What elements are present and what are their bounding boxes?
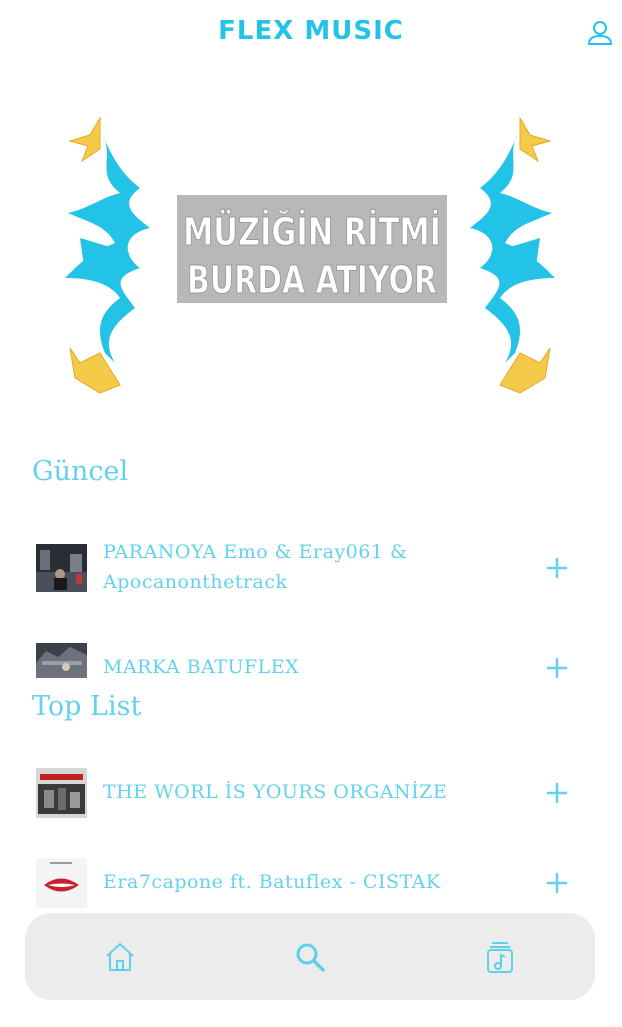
add-to-playlist-button[interactable]	[545, 781, 569, 805]
nav-home-button[interactable]	[102, 939, 138, 975]
album-cover	[36, 858, 87, 908]
bottom-navigation	[25, 913, 595, 1000]
plus-icon	[546, 657, 568, 679]
hero-banner: MÜZİĞİN RİTMİ BURDA ATIYOR	[60, 113, 560, 398]
user-icon	[587, 21, 613, 45]
section-title-current: Güncel	[32, 456, 129, 487]
album-cover	[36, 544, 87, 592]
track-row[interactable]: PARANOYA Emo & Eray061 & Apocanonthetrac…	[36, 535, 576, 601]
nav-library-button[interactable]	[482, 939, 518, 975]
track-row[interactable]: THE WORL İS YOURS ORGANİZE	[36, 768, 576, 818]
hero-line-2: BURDA ATIYOR	[187, 258, 437, 302]
add-to-playlist-button[interactable]	[545, 556, 569, 580]
album-cover	[36, 643, 87, 678]
track-title: PARANOYA Emo & Eray061 & Apocanonthetrac…	[103, 541, 408, 593]
nav-search-button[interactable]	[292, 939, 328, 975]
album-cover	[36, 768, 87, 818]
search-icon	[296, 943, 325, 972]
track-row[interactable]: Era7capone ft. Batuflex - CISTAK	[36, 858, 576, 908]
track-title: THE WORL İS YOURS ORGANİZE	[103, 781, 448, 803]
profile-button[interactable]	[585, 18, 615, 48]
plus-icon	[546, 782, 568, 804]
track-title: MARKA BATUFLEX	[103, 656, 300, 678]
home-icon	[106, 943, 134, 971]
track-row[interactable]: MARKA BATUFLEX	[36, 640, 576, 680]
library-icon	[487, 942, 513, 973]
add-to-playlist-button[interactable]	[545, 871, 569, 895]
app-header: FLEX MUSIC	[0, 0, 622, 64]
track-title: Era7capone ft. Batuflex - CISTAK	[103, 871, 441, 893]
tribal-ornament-right-icon	[470, 116, 555, 394]
hero-artwork: MÜZİĞİN RİTMİ BURDA ATIYOR	[65, 116, 555, 394]
hero-line-1: MÜZİĞİN RİTMİ	[183, 210, 441, 254]
app-logo[interactable]: FLEX MUSIC	[0, 16, 622, 46]
section-title-top-list: Top List	[32, 691, 142, 722]
plus-icon	[546, 557, 568, 579]
plus-icon	[546, 872, 568, 894]
tribal-ornament-left-icon	[65, 116, 150, 394]
add-to-playlist-button[interactable]	[545, 656, 569, 680]
